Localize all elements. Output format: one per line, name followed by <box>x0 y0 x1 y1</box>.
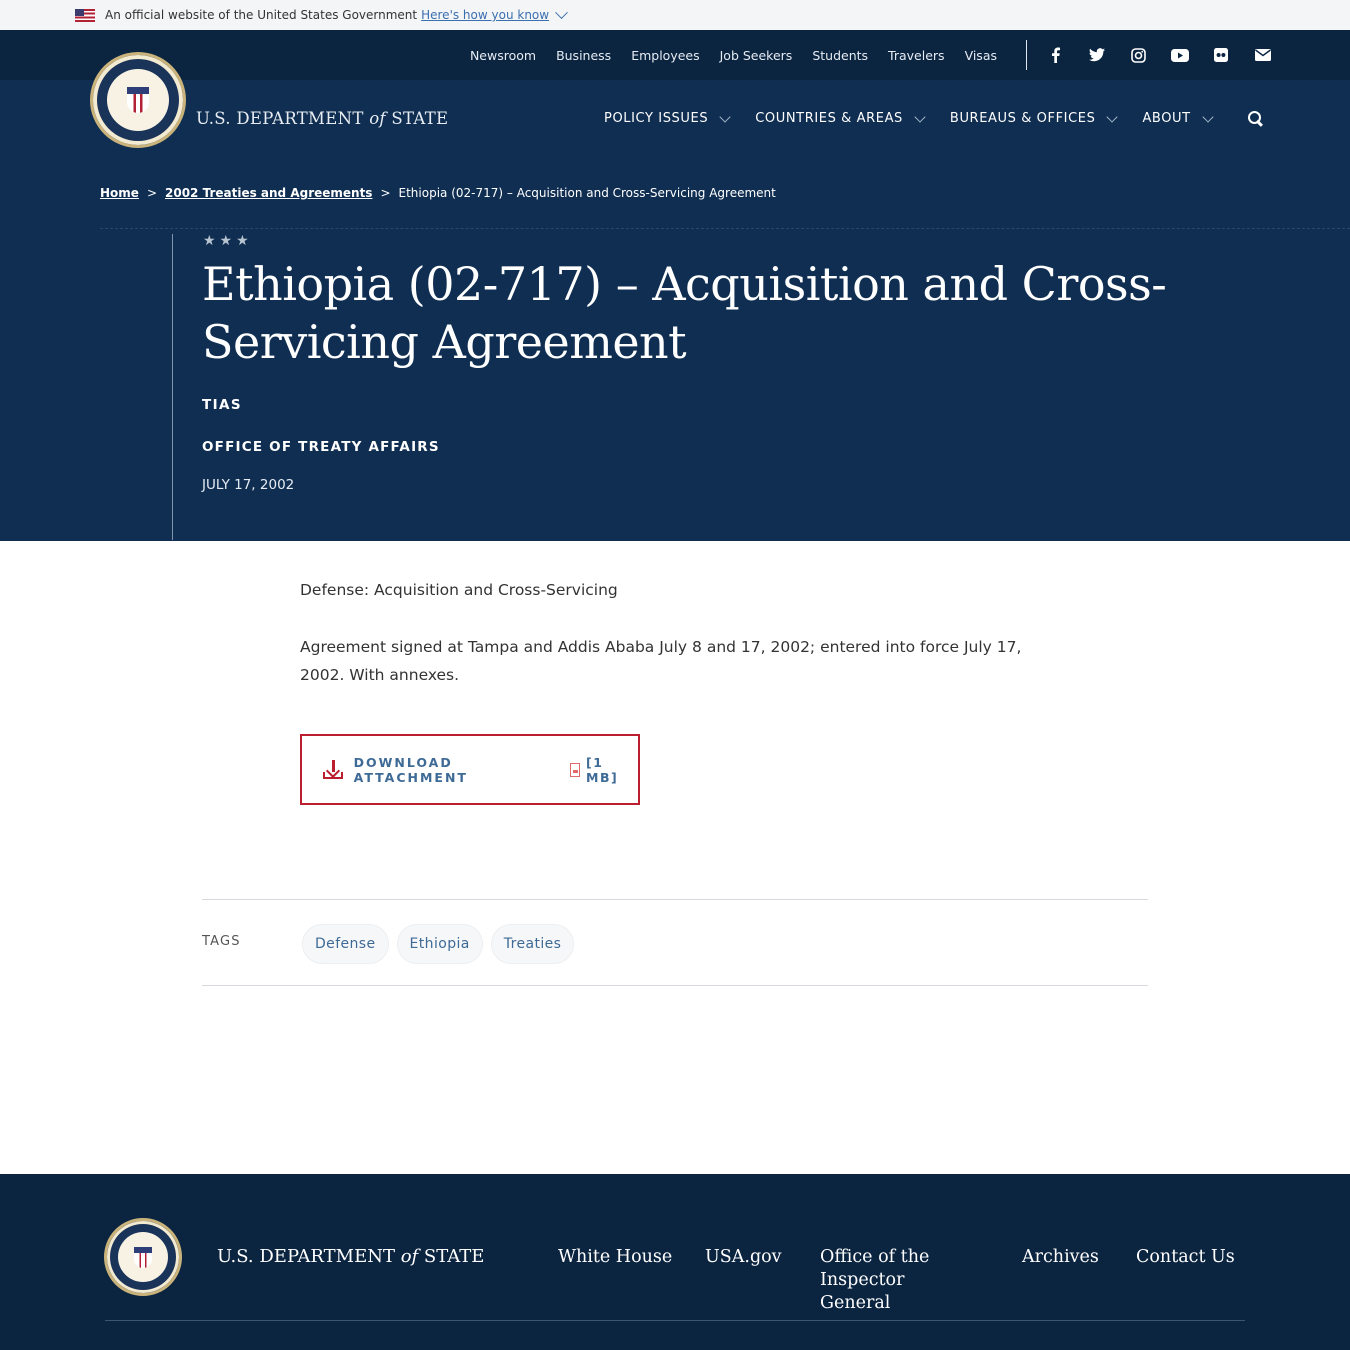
file-size: [1 MB] <box>586 754 619 785</box>
download-label: DOWNLOAD ATTACHMENT <box>353 754 468 785</box>
social-links <box>1045 30 1294 80</box>
pdf-file-icon <box>569 762 581 777</box>
tags-label: TAGS <box>202 934 241 949</box>
footer-brand-wordmark[interactable]: U.S. DEPARTMENT of STATE <box>217 1246 484 1267</box>
publish-date: JULY 17, 2002 <box>202 477 295 493</box>
heres-how-you-know-link[interactable]: Here's how you know <box>421 8 549 22</box>
tags-bottom-divider <box>202 985 1148 986</box>
footer-link-contact-us[interactable]: Contact Us <box>1136 1246 1235 1269</box>
tag-list: Defense Ethiopia Treaties <box>302 924 582 964</box>
department-seal-logo[interactable] <box>90 52 186 148</box>
content-type-label: TIAS <box>202 397 243 413</box>
main-navigation: POLICY ISSUES COUNTRIES & AREAS BUREAUS … <box>604 110 1238 126</box>
footer-link-white-house[interactable]: White House <box>558 1246 672 1269</box>
breadcrumb: Home > 2002 Treaties and Agreements > Et… <box>100 186 776 200</box>
utility-nav: Newsroom Business Employees Job Seekers … <box>450 30 997 80</box>
utility-link-employees[interactable]: Employees <box>631 48 699 63</box>
office-label[interactable]: OFFICE OF TREATY AFFAIRS <box>202 439 440 455</box>
stars-ornament: ★★★ <box>203 233 253 249</box>
seal-shield-icon <box>134 1246 152 1268</box>
tag-defense[interactable]: Defense <box>302 924 389 964</box>
download-attachment-button[interactable]: DOWNLOAD ATTACHMENT [1 MB] <box>300 734 640 805</box>
email-icon[interactable] <box>1253 45 1273 65</box>
agreement-category: Defense: Acquisition and Cross-Servicing <box>300 581 618 599</box>
nav-bureaus-offices[interactable]: BUREAUS & OFFICES <box>950 110 1119 126</box>
tag-treaties[interactable]: Treaties <box>490 924 575 964</box>
twitter-icon[interactable] <box>1087 45 1107 65</box>
utility-link-business[interactable]: Business <box>556 48 611 63</box>
utility-bar: Newsroom Business Employees Job Seekers … <box>0 30 1350 80</box>
facebook-icon[interactable] <box>1045 45 1065 65</box>
utility-divider <box>1026 40 1027 70</box>
breadcrumb-separator: > <box>146 186 157 200</box>
official-gov-banner: An official website of the United States… <box>0 0 1350 30</box>
chevron-down-icon[interactable] <box>555 5 568 19</box>
page-header: U.S. DEPARTMENT of STATE POLICY ISSUES C… <box>0 52 1350 541</box>
breadcrumb-home-link[interactable]: Home <box>100 186 139 200</box>
header-divider <box>100 228 1350 229</box>
us-flag-icon <box>75 8 95 22</box>
utility-link-students[interactable]: Students <box>812 48 868 63</box>
agreement-description: Agreement signed at Tampa and Addis Abab… <box>300 638 1022 684</box>
breadcrumb-separator: > <box>380 186 391 200</box>
tag-ethiopia[interactable]: Ethiopia <box>396 924 483 964</box>
site-brand-wordmark[interactable]: U.S. DEPARTMENT of STATE <box>196 109 448 128</box>
download-icon <box>322 759 343 780</box>
gov-banner-text: An official website of the United States… <box>105 8 418 22</box>
utility-link-travelers[interactable]: Travelers <box>888 48 945 63</box>
nav-policy-issues[interactable]: POLICY ISSUES <box>604 110 731 126</box>
footer-link-usa-gov[interactable]: USA.gov <box>705 1246 782 1269</box>
site-footer: U.S. DEPARTMENT of STATE White House USA… <box>0 1174 1350 1350</box>
footer-seal-logo[interactable] <box>104 1218 182 1296</box>
utility-link-job-seekers[interactable]: Job Seekers <box>720 48 793 63</box>
chevron-down-icon <box>914 110 926 123</box>
title-accent-line <box>172 234 173 540</box>
youtube-icon[interactable] <box>1170 45 1190 65</box>
seal-shield-icon <box>127 87 149 113</box>
chevron-down-icon <box>1202 110 1214 123</box>
page-title: Ethiopia (02-717) – Acquisition and Cros… <box>202 257 1167 369</box>
breadcrumb-parent-link[interactable]: 2002 Treaties and Agreements <box>165 186 372 200</box>
footer-divider <box>105 1320 1245 1321</box>
nav-about[interactable]: ABOUT <box>1142 110 1214 126</box>
footer-link-archives[interactable]: Archives <box>1022 1246 1099 1269</box>
tags-top-divider <box>202 899 1148 900</box>
utility-link-newsroom[interactable]: Newsroom <box>470 48 536 63</box>
instagram-icon[interactable] <box>1128 45 1148 65</box>
nav-countries-areas[interactable]: COUNTRIES & AREAS <box>755 110 926 126</box>
breadcrumb-current: Ethiopia (02-717) – Acquisition and Cros… <box>398 186 776 200</box>
utility-link-visas[interactable]: Visas <box>965 48 997 63</box>
footer-link-inspector-general[interactable]: Office of the Inspector General <box>820 1246 970 1315</box>
chevron-down-icon <box>1106 110 1119 123</box>
flickr-icon[interactable] <box>1211 45 1231 65</box>
chevron-down-icon <box>719 110 731 123</box>
search-icon[interactable] <box>1248 111 1264 127</box>
